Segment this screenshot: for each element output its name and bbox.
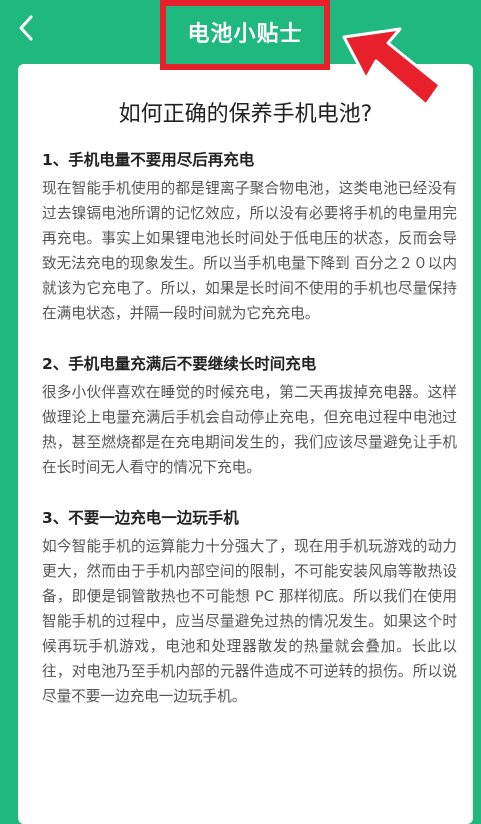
section-1: 1、手机电量不要用尽后再充电 现在智能手机使用的都是锂离子聚合物电池，这类电池已… [42,148,473,326]
section-body: 很多小伙伴喜欢在睡觉的时候充电，第二天再拔掉充电器。这样做理论上电量充满后手机会… [42,384,457,476]
chevron-left-icon [19,15,33,41]
section-body: 如今智能手机的运算能力十分强大了，现在用手机玩游戏的动力更大，然而由于手机内部空… [42,538,457,705]
section-2: 2、手机电量充满后不要继续长时间充电 很多小伙伴喜欢在睡觉的时候充电，第二天再拔… [42,352,473,480]
title-highlight-box: 电池小贴士 [160,0,330,70]
section-body: 现在智能手机使用的都是锂离子聚合物电池，这类电池已经没有过去镍镉电池所谓的记忆效… [42,180,457,322]
section-heading: 2、手机电量充满后不要继续长时间充电 [42,355,317,373]
page-title: 电池小贴士 [187,22,303,47]
section-heading: 3、不要一边充电一边玩手机 [42,509,239,527]
red-arrow-icon [342,27,442,107]
section-3: 3、不要一边充电一边玩手机 如今智能手机的运算能力十分强大了，现在用手机玩游戏的… [42,506,473,709]
article-card: 如何正确的保养手机电池? 1、手机电量不要用尽后再充电 现在智能手机使用的都是锂… [18,64,473,824]
header-bar: 电池小贴士 [0,0,481,107]
section-heading: 1、手机电量不要用尽后再充电 [42,151,255,169]
back-button[interactable] [10,10,42,46]
